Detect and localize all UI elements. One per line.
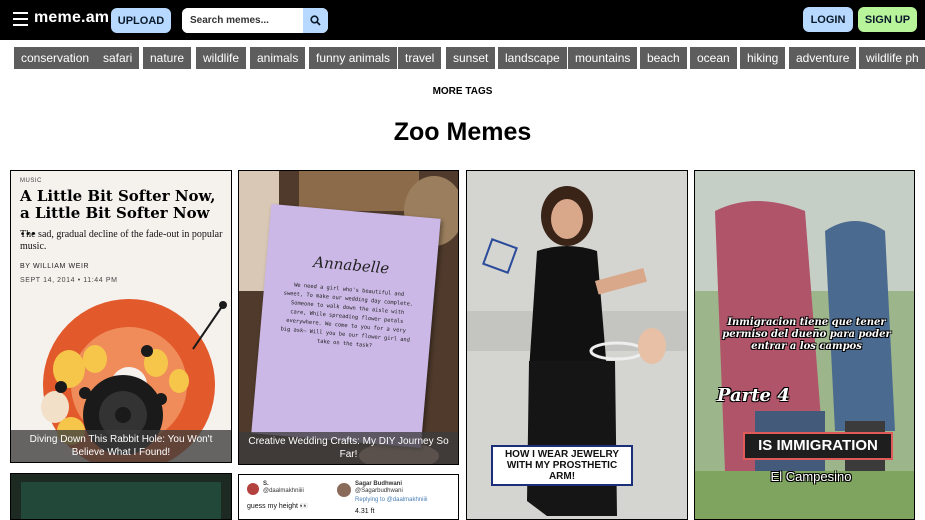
immigration-caption: Inmigracion tiene que tener permiso del … <box>722 317 891 352</box>
article-byline: BY WILLIAM WEIR <box>20 263 90 270</box>
tweet-user-1: S. <box>263 481 269 487</box>
tweet-handle-1: @daalmakhniiii <box>263 488 304 494</box>
article-category: MUSIC <box>20 178 42 184</box>
menu-icon[interactable] <box>13 12 28 26</box>
jewelry-banner: HOW I WEAR JEWELRY WITH MY PROSTHETIC AR… <box>491 445 633 486</box>
tag-hiking[interactable]: hiking <box>740 47 786 69</box>
tag-ocean[interactable]: ocean <box>690 47 737 69</box>
card-caption: Diving Down This Rabbit Hole: You Won't … <box>11 430 231 462</box>
site-logo[interactable]: meme.am <box>34 9 109 27</box>
dark-photo <box>11 474 231 519</box>
tweet-handle-2: @Sagarbudhwani <box>355 488 403 494</box>
immigration-banner: IS IMMIGRATION <box>743 432 893 460</box>
avatar <box>337 483 351 497</box>
immigration-part: Parte 4 <box>717 385 790 406</box>
flower-girl-card: Annabelle We need a girl who's beautiful… <box>251 204 441 448</box>
login-button[interactable]: LOGIN <box>803 7 853 32</box>
tag-safari[interactable]: safari <box>96 47 140 69</box>
signup-button[interactable]: SIGN UP <box>858 7 917 32</box>
article-subtitle: The sad, gradual decline of the fade-out… <box>20 229 223 252</box>
card-name: Annabelle <box>312 252 390 278</box>
search-box <box>182 8 328 33</box>
tag-wildlife-photography[interactable]: wildlife ph <box>859 47 925 69</box>
page-title: Zoo Memes <box>393 118 532 146</box>
search-input[interactable] <box>182 8 303 33</box>
tag-beach[interactable]: beach <box>640 47 687 69</box>
tag-nature[interactable]: nature <box>143 47 192 69</box>
tag-landscape[interactable]: landscape <box>498 47 567 69</box>
tag-wildlife[interactable]: wildlife <box>196 47 247 69</box>
meme-card-article[interactable]: MUSIC A Little Bit Softer Now, a Little … <box>10 170 232 463</box>
meme-card-jewelry[interactable]: HOW I WEAR JEWELRY WITH MY PROSTHETIC AR… <box>466 170 688 520</box>
meme-card-wedding[interactable]: Annabelle We need a girl who's beautiful… <box>238 170 459 465</box>
meme-card-dark[interactable] <box>10 473 232 520</box>
tag-mountains[interactable]: mountains <box>568 47 638 69</box>
immigration-channel: El Campesino <box>770 469 852 484</box>
tag-bar: conservation safari nature wildlife anim… <box>0 40 925 76</box>
more-tags-link[interactable]: MORE TAGS <box>0 86 925 97</box>
top-navbar: meme.am UPLOAD LOGIN SIGN UP <box>0 0 925 40</box>
tag-conservation[interactable]: conservation <box>14 47 97 69</box>
article-date: SEPT 14, 2014 • 11:44 PM <box>20 277 118 284</box>
tag-sunset[interactable]: sunset <box>446 47 496 69</box>
tag-travel[interactable]: travel <box>398 47 442 69</box>
tag-animals[interactable]: animals <box>250 47 306 69</box>
tweet-text-2: 4.31 ft <box>355 508 375 515</box>
tweet-text-1: guess my height 👀 <box>247 503 309 510</box>
upload-button[interactable]: UPLOAD <box>111 8 171 33</box>
tweet-user-2: Sagar Budhwani <box>355 481 403 487</box>
card-poem: We need a girl who's beautiful and sweet… <box>280 282 414 350</box>
search-icon <box>310 15 321 26</box>
search-button[interactable] <box>303 8 328 33</box>
avatar <box>247 483 259 495</box>
card-caption: Creative Wedding Crafts: My DIY Journey … <box>239 432 458 464</box>
meme-card-immigration[interactable]: Inmigracion tiene que tener permiso del … <box>694 170 915 520</box>
tag-adventure[interactable]: adventure <box>789 47 857 69</box>
meme-card-tweet[interactable]: S. @daalmakhniiii guess my height 👀 Saga… <box>238 474 459 520</box>
tag-funny-animals[interactable]: funny animals <box>309 47 398 69</box>
tweet-reply: Replying to @daalmakhniiii <box>355 497 428 503</box>
